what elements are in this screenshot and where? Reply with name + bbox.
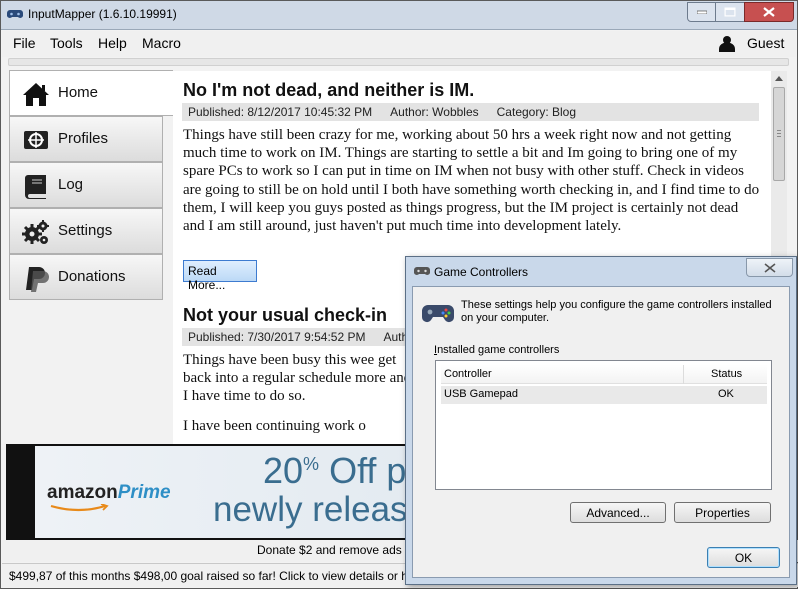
post-body: Things have been busy this wee get back …	[183, 352, 412, 405]
menu-file[interactable]: File	[13, 35, 36, 51]
column-header-controller[interactable]: Controller	[444, 368, 492, 380]
menu-macro[interactable]: Macro	[142, 35, 181, 51]
book-icon	[25, 175, 46, 199]
title-bar[interactable]: InputMapper (1.6.10.19991)	[1, 1, 797, 30]
sidebar-item-label: Log	[58, 176, 84, 193]
donate-link[interactable]: Donate $2 and remove ads f	[257, 543, 408, 557]
post-meta: Published: 8/12/2017 10:45:32 PM Author: …	[182, 103, 759, 121]
column-separator[interactable]	[683, 365, 684, 384]
maximize-button[interactable]	[715, 2, 745, 22]
post-title[interactable]: Not your usual check-in	[183, 305, 387, 326]
sidebar-item-label: Home	[58, 84, 99, 101]
ok-button[interactable]: OK	[707, 547, 780, 568]
post-category: Category: Blog	[496, 105, 577, 119]
gamepad-icon	[414, 267, 430, 275]
sidebar-item-profiles[interactable]: Profiles	[9, 116, 163, 162]
user-icon	[719, 36, 735, 52]
gears-icon	[22, 220, 49, 244]
installed-controllers-label: Installed game controllers	[434, 344, 560, 356]
donation-goal-status[interactable]: $499,87 of this months $498,00 goal rais…	[9, 569, 408, 583]
scroll-thumb[interactable]	[773, 87, 785, 181]
post-body: I have been continuing work o	[183, 418, 366, 434]
close-button[interactable]	[744, 2, 794, 22]
controller-name: USB Gamepad	[444, 388, 518, 400]
menu-tools[interactable]: Tools	[50, 35, 83, 51]
amazon-smile-icon	[50, 504, 109, 512]
minimize-button[interactable]	[687, 2, 716, 22]
home-icon	[23, 83, 49, 106]
horizontal-scrollbar[interactable]	[8, 58, 789, 66]
sidebar-item-label: Donations	[58, 268, 126, 285]
sidebar-item-label: Profiles	[58, 130, 109, 147]
sidebar-item-settings[interactable]: Settings	[9, 208, 163, 254]
dialog-close-button[interactable]	[746, 258, 793, 277]
post-published: Published: 8/12/2017 10:45:32 PM	[188, 105, 373, 119]
paypal-icon	[26, 267, 49, 292]
properties-button[interactable]: Properties	[674, 502, 771, 523]
menu-bar: File Tools Help Macro Guest	[2, 31, 796, 57]
ad-subline: newly release	[213, 490, 427, 529]
game-controllers-dialog: Game Controllers These settings help you…	[405, 256, 797, 585]
post-title[interactable]: No I'm not dead, and neither is IM.	[183, 80, 474, 101]
window-title: InputMapper (1.6.10.19991)	[28, 7, 177, 21]
user-label: Guest	[747, 35, 785, 51]
column-header-status[interactable]: Status	[711, 368, 742, 380]
sidebar-item-donations[interactable]: Donations	[9, 254, 163, 300]
maximize-icon	[724, 7, 736, 17]
minimize-icon	[696, 10, 707, 14]
sidebar-item-home[interactable]: Home	[9, 70, 173, 116]
sidebar-item-log[interactable]: Log	[9, 162, 163, 208]
crosshair-icon	[24, 131, 48, 149]
close-icon	[763, 7, 775, 17]
amazon-prime-logo: amazonPrime	[47, 482, 171, 503]
list-header: Controller Status	[441, 365, 767, 384]
scroll-up-icon[interactable]	[775, 75, 783, 81]
sidebar-item-label: Settings	[58, 222, 113, 239]
close-icon	[764, 263, 776, 273]
controller-status: OK	[718, 388, 734, 400]
dialog-description: These settings help you configure the ga…	[461, 299, 772, 324]
controllers-list[interactable]: Controller Status USB Gamepad OK	[435, 360, 772, 490]
gamepad-icon	[422, 305, 454, 322]
dialog-title: Game Controllers	[434, 265, 529, 279]
read-more-button[interactable]: Read More...	[183, 260, 257, 292]
post-published: Published: 7/30/2017 9:54:52 PM	[188, 330, 366, 344]
menu-help[interactable]: Help	[98, 35, 127, 51]
dialog-body: These settings help you configure the ga…	[412, 286, 790, 578]
gamepad-icon	[7, 10, 23, 18]
post-author: Author: Wobbles	[390, 105, 479, 119]
post-body: Things have still been crazy for me, wor…	[183, 127, 760, 235]
table-row[interactable]: USB Gamepad OK	[441, 386, 767, 404]
ad-headline: 20% Off p	[263, 450, 407, 491]
advanced-button[interactable]: Advanced...	[570, 502, 666, 523]
